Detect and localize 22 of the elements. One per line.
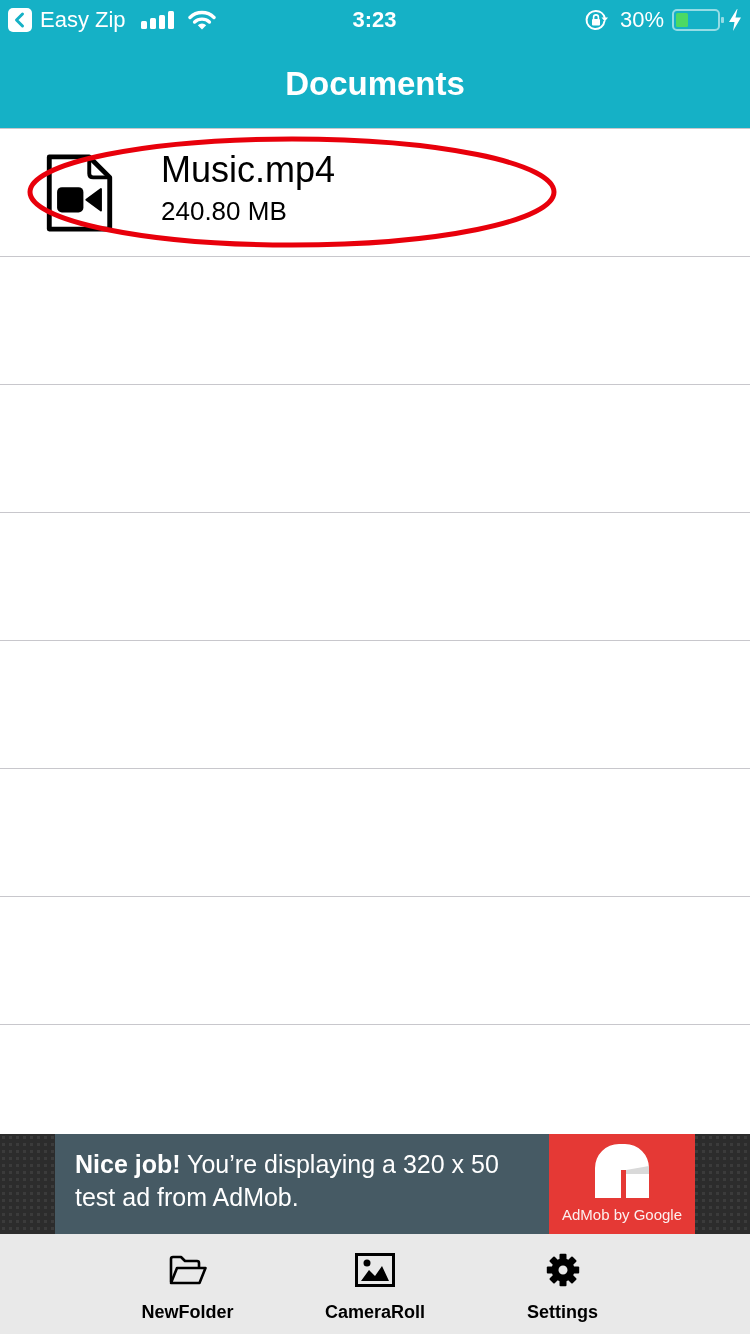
ad-brand-label: AdMob by Google: [561, 1206, 683, 1224]
clock-time: 3:23: [352, 7, 397, 33]
page-title: Documents: [285, 64, 465, 104]
battery-percentage: 30%: [619, 7, 664, 33]
video-file-icon: [46, 153, 113, 232]
ad-text: Nice job! You’re displaying a 320 x 50 test ad from AdMob.: [74, 1149, 500, 1213]
rotation-lock-icon: [583, 8, 608, 32]
toolbar-button[interactable]: Settings: [468, 1234, 657, 1334]
logo-icon: [595, 1144, 649, 1198]
image-icon: [355, 1253, 395, 1287]
toolbar-button[interactable]: CameraRoll: [281, 1234, 469, 1334]
bolt-icon: [729, 9, 741, 31]
wifi-icon: [187, 10, 216, 30]
settings-icon: [545, 1253, 580, 1287]
ad-banner[interactable]: Nice job! You’re displaying a 320 x 50 test ad from AdMob. AdMob by Google: [55, 1134, 695, 1234]
toolbar-button[interactable]: NewFolder: [93, 1234, 282, 1334]
battery-icon: [672, 9, 724, 31]
back-icon: [8, 8, 32, 32]
file-name: Music.mp4: [161, 149, 336, 190]
folder-icon: [167, 1254, 208, 1286]
file-size: 240.80 MB: [161, 194, 288, 228]
signal-icon: [140, 11, 174, 29]
